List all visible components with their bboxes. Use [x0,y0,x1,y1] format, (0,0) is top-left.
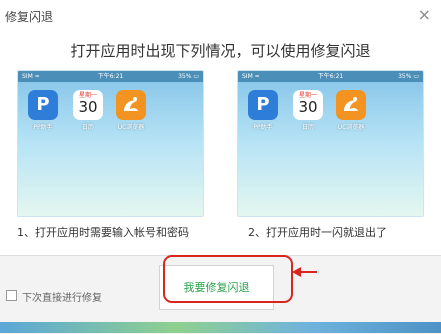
app-pp: P PP助手 [26,90,60,131]
calendar-day: 30 [298,98,318,116]
app-label: 日历 [81,124,94,131]
app-label: PP助手 [33,124,53,131]
calendar-icon: 星期一 30 [293,90,323,120]
window-title: 修复闪退 [5,10,54,24]
pp-glyph: P [256,94,270,115]
caption-left: 1、打开应用时需要输入帐号和密码 [17,226,189,239]
battery-text: 35% ▭ [398,73,419,80]
app-calendar: 星期一 30 日历 [71,90,105,131]
pp-assistant-icon: P [248,90,278,120]
app-calendar: 星期一 30 日历 [291,90,325,131]
phone-screenshot-left: SIM ≈ 下午6:21 35% ▭ P PP助手 星期一 30 日历 UC浏览… [17,70,204,217]
uc-browser-icon [336,90,366,120]
app-uc: UC浏览器 [114,90,148,131]
calendar-day: 30 [78,98,98,116]
uc-browser-icon [116,90,146,120]
pp-assistant-icon: P [28,90,58,120]
app-label: UC浏览器 [337,124,365,131]
app-uc: UC浏览器 [334,90,368,131]
phone-screenshot-right: SIM ≈ 下午6:21 35% ▭ P PP助手 星期一 30 日历 UC浏览… [237,70,424,217]
phone-home-screen: P PP助手 星期一 30 日历 UC浏览器 [238,82,423,216]
phone-status-bar: SIM ≈ 下午6:21 35% ▭ [18,71,203,82]
app-label: 日历 [301,124,314,131]
caption-right: 2、打开应用时一闪就退出了 [248,226,387,239]
phone-status-bar: SIM ≈ 下午6:21 35% ▭ [238,71,423,82]
red-arrow-icon [292,267,317,277]
repair-dialog: 修复闪退 × 打开应用时出现下列情况，可以使用修复闪退 SIM ≈ 下午6:21… [0,0,441,334]
calendar-icon: 星期一 30 [73,90,103,120]
battery-text: 35% ▭ [178,73,199,80]
auto-repair-checkbox-label[interactable]: 下次直接进行修复 [22,289,102,304]
pp-glyph: P [36,94,50,115]
phone-home-screen: P PP助手 星期一 30 日历 UC浏览器 [18,82,203,216]
app-pp: P PP助手 [246,90,280,131]
app-label: PP助手 [253,124,273,131]
fix-crash-button[interactable]: 我要修复闪退 [159,265,274,310]
status-time: 下午6:21 [317,73,344,80]
close-icon[interactable]: × [418,5,431,24]
app-label: UC浏览器 [117,124,145,131]
auto-repair-checkbox[interactable] [6,290,17,301]
desktop-taskbar-strip [0,322,441,333]
headline: 打开应用时出现下列情况，可以使用修复闪退 [70,42,371,60]
status-time: 下午6:21 [97,73,124,80]
